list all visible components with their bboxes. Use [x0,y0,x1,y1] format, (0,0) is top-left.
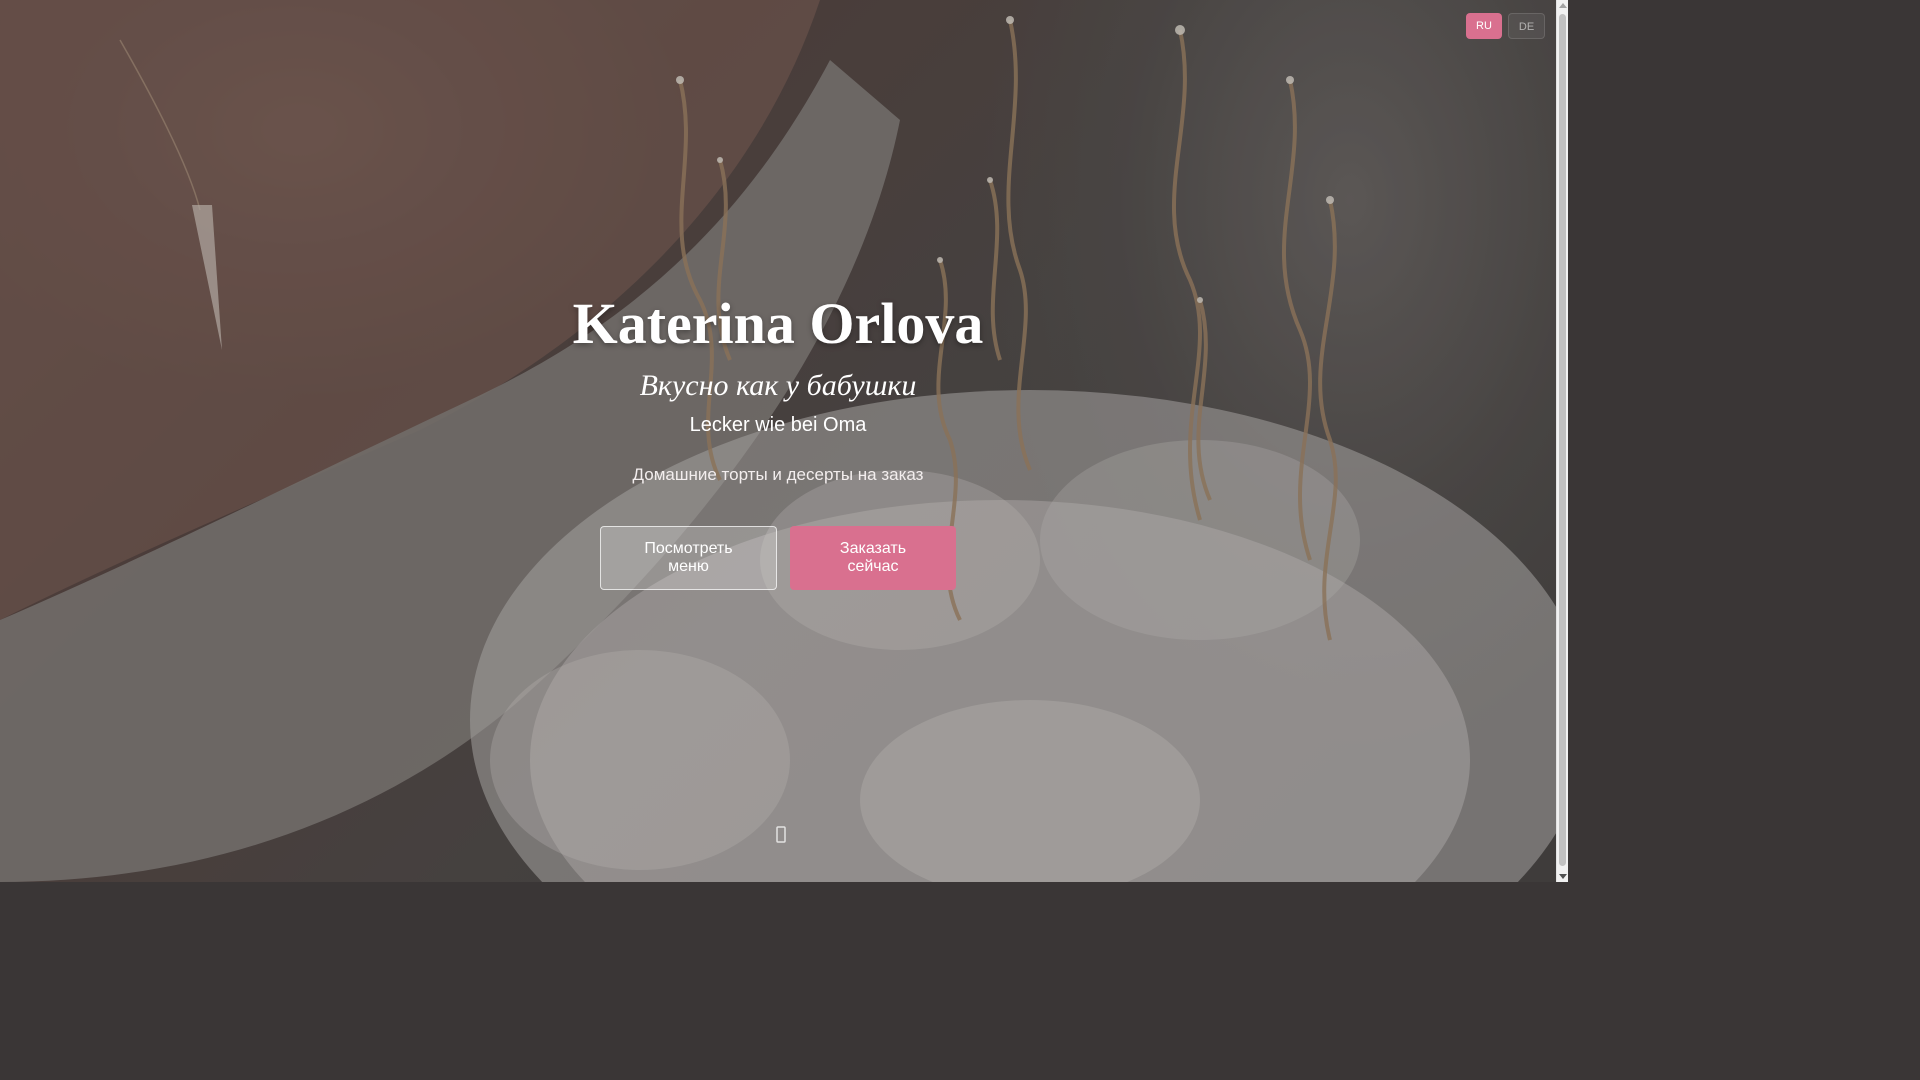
order-now-button[interactable]: Заказать сейчас [790,526,956,590]
chevron-down-icon[interactable] [776,826,786,844]
hero-content: Katerina Orlova Вкусно как у бабушки Lec… [0,290,1556,590]
hero-subtitle: Домашние торты и десерты на заказ [632,465,924,484]
lang-de-button[interactable]: DE [1507,13,1546,39]
hero-title: Katerina Orlova [572,291,984,356]
language-switch: RU DE [1466,13,1546,39]
hero-tagline-ru: Вкусно как у бабушки [639,369,917,402]
hero-actions: Посмотреть меню Заказать сейчас [0,526,1556,590]
page: RU DE Katerina Orlova Вкусно как у бабуш… [0,0,1568,882]
scroll-up-icon[interactable] [1559,3,1567,8]
page-scrollbar[interactable] [1556,0,1568,882]
view-menu-button[interactable]: Посмотреть меню [600,526,777,590]
scrollbar-thumb[interactable] [1559,14,1566,866]
scroll-down-icon[interactable] [1559,874,1567,879]
hero-tagline-de: Lecker wie bei Oma [689,414,867,436]
lang-ru-button[interactable]: RU [1466,13,1502,39]
